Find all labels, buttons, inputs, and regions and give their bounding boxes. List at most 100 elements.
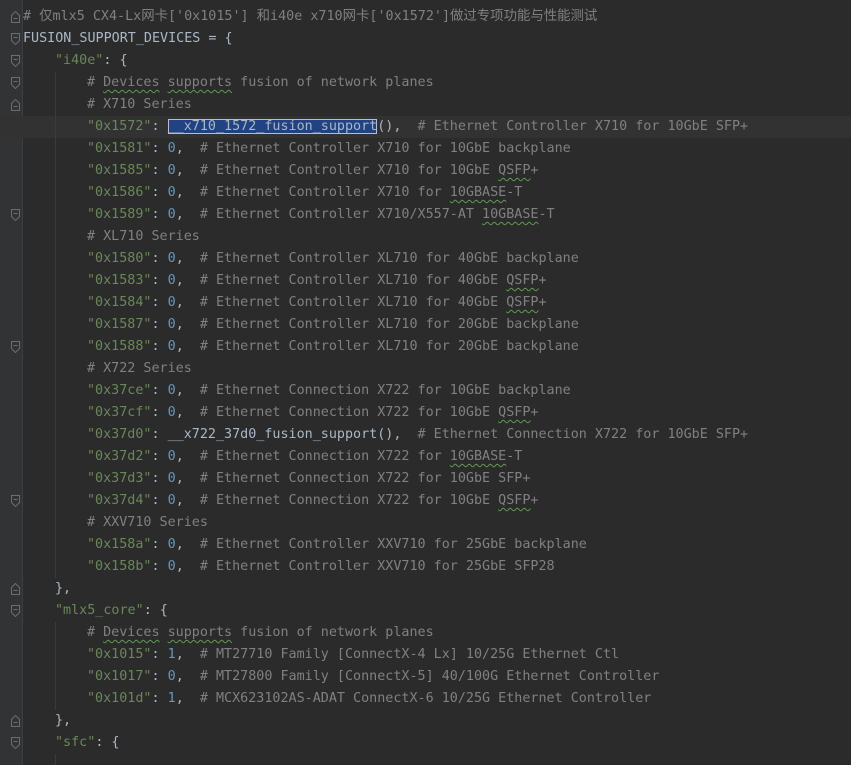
fold-collapse-icon[interactable] [11, 209, 20, 221]
code-line[interactable]: "0x37d3": 0, # Ethernet Connection X722 … [0, 468, 851, 490]
code-token: # Ethernet Controller XXV710 for 25GbE b… [199, 537, 587, 552]
code-token: "0x1585" [87, 163, 152, 178]
code-line[interactable]: "0x1017": 0, # MT27800 Family [ConnectX-… [0, 666, 851, 688]
code-line[interactable]: "0x37d0": __x722_37d0_fusion_support(), … [0, 424, 851, 446]
code-token: QSFP [506, 273, 539, 288]
code-token: : { [95, 735, 120, 750]
code-line[interactable]: "0x37cf": 0, # Ethernet Connection X722 … [0, 402, 851, 424]
fold-collapse-icon[interactable] [11, 495, 20, 507]
code-line[interactable]: "0x1588": 0, # Ethernet Controller XL710… [0, 336, 851, 358]
code-token: # [87, 75, 104, 90]
fold-end-icon[interactable] [11, 99, 20, 111]
code-text: "i40e": { [55, 50, 128, 72]
indent-guide [55, 622, 56, 644]
code-token: , [175, 669, 200, 684]
code-token: "0x1580" [87, 251, 152, 266]
code-text: # Devices supports fusion of network pla… [87, 72, 434, 94]
indent-guide [55, 116, 56, 138]
code-token: "0x37ce" [87, 383, 152, 398]
indent-guide [55, 688, 56, 710]
code-line[interactable]: "0x158b": 0, # Ethernet Controller XXV71… [0, 556, 851, 578]
fold-end-icon[interactable] [11, 715, 20, 727]
code-token: Devices [103, 625, 160, 640]
fold-collapse-icon[interactable] [11, 33, 20, 45]
code-token: 1 [167, 647, 176, 662]
code-line[interactable]: "0x37d4": 0, # Ethernet Connection X722 … [0, 490, 851, 512]
code-token: 0 [167, 449, 176, 464]
code-line[interactable]: "sfc": { [0, 732, 851, 754]
indent-guide [55, 336, 56, 358]
code-line[interactable]: "0x1587": 0, # Ethernet Controller XL710… [0, 314, 851, 336]
code-line[interactable]: "0x158a": 0, # Ethernet Controller XXV71… [0, 534, 851, 556]
code-line[interactable]: "i40e": { [0, 50, 851, 72]
code-line[interactable]: }, [0, 710, 851, 732]
code-token: # Ethernet Controller XL710 for 20GbE ba… [199, 339, 579, 354]
code-line[interactable]: "0x1583": 0, # Ethernet Controller XL710… [0, 270, 851, 292]
code-line[interactable]: "0x1586": 0, # Ethernet Controller X710 … [0, 182, 851, 204]
code-line[interactable]: # Devices supports fusion of network pla… [0, 622, 851, 644]
code-line[interactable]: }, [0, 578, 851, 600]
fold-end-icon[interactable] [11, 583, 20, 595]
code-token: # Ethernet Controller XL710 for 40GbE [199, 295, 507, 310]
code-token: : [151, 405, 168, 420]
code-line[interactable]: FUSION_SUPPORT_DEVICES = { [0, 28, 851, 50]
indent-guide [55, 490, 56, 512]
code-token: fusion of network planes [232, 625, 434, 640]
code-line[interactable]: "0x101d": 1, # MCX623102AS-ADAT ConnectX… [0, 688, 851, 710]
code-token: __x722_37d0_fusion_support [167, 427, 378, 442]
code-line[interactable]: # XL710 Series [0, 226, 851, 248]
code-line[interactable]: "0x37d2": 0, # Ethernet Connection X722 … [0, 446, 851, 468]
code-token: : [151, 471, 168, 486]
code-text: "0x37ce": 0, # Ethernet Connection X722 … [87, 380, 571, 402]
code-token: # X710 Series [87, 97, 192, 112]
code-token: # Ethernet Controller XL710 for 40GbE [199, 273, 507, 288]
fold-collapse-icon[interactable] [11, 55, 20, 67]
indent-guide [55, 358, 56, 380]
code-line[interactable]: "0x1589": 0, # Ethernet Controller X710/… [0, 204, 851, 226]
code-token: "i40e" [55, 53, 104, 68]
code-lines[interactable]: # …………………… # 仅mlx5 CX4-Lx网卡['0x1015'] 和i4… [0, 0, 851, 765]
code-token: , [175, 647, 200, 662]
code-token: -T [538, 207, 555, 222]
code-token: : [151, 559, 168, 574]
code-line[interactable]: # Devices supports fusion of network pla… [0, 72, 851, 94]
code-token: , [175, 273, 200, 288]
code-token: 0 [167, 383, 176, 398]
code-token: : [151, 537, 168, 552]
code-text: "0x158a": 0, # Ethernet Controller XXV71… [87, 534, 587, 556]
code-token: # MT27710 Family [ConnectX-4 Lx] 10/25G … [199, 647, 620, 662]
code-text: "0x1583": 0, # Ethernet Controller XL710… [87, 270, 547, 292]
code-token: 0 [167, 163, 176, 178]
indent-guide [55, 160, 56, 182]
fold-end-icon[interactable] [11, 11, 20, 23]
fold-collapse-icon[interactable] [11, 77, 20, 89]
code-line[interactable]: # 仅mlx5 CX4-Lx网卡['0x1015'] 和i40e x710网卡[… [0, 6, 851, 28]
code-token: "0x1586" [87, 185, 152, 200]
code-line[interactable]: "mlx5_core": { [0, 600, 851, 622]
code-token: supports [167, 75, 233, 90]
code-line[interactable]: "0x1581": 0, # Ethernet Controller X710 … [0, 138, 851, 160]
code-text: "0x1586": 0, # Ethernet Controller X710 … [87, 182, 522, 204]
code-line[interactable]: "0x1580": 0, # Ethernet Controller XL710… [0, 248, 851, 270]
code-text: FUSION_SUPPORT_DEVICES = { [23, 28, 233, 50]
code-token: (), [377, 119, 418, 134]
code-token: , [175, 141, 200, 156]
code-token: # MCX623102AS-ADAT ConnectX-6 10/25G Eth… [199, 691, 652, 706]
code-line[interactable]: # X722 Series [0, 358, 851, 380]
code-line[interactable]: # XXV710 Series [0, 512, 851, 534]
fold-collapse-icon[interactable] [11, 737, 20, 749]
code-editor[interactable]: # …………………… # 仅mlx5 CX4-Lx网卡['0x1015'] 和i4… [0, 0, 851, 765]
fold-collapse-icon[interactable] [11, 341, 20, 353]
code-line[interactable]: # X710 Series [0, 94, 851, 116]
code-line[interactable]: "0x1585": 0, # Ethernet Controller X710 … [0, 160, 851, 182]
code-token: -T [506, 185, 523, 200]
code-line[interactable]: "0x37ce": 0, # Ethernet Connection X722 … [0, 380, 851, 402]
code-line[interactable]: "0x1572": __x710_1572_fusion_support(), … [0, 116, 851, 138]
code-line[interactable]: "0x1584": 0, # Ethernet Controller XL710… [0, 292, 851, 314]
code-line[interactable]: "0x1015": 1, # MT27710 Family [ConnectX-… [0, 644, 851, 666]
code-line[interactable] [0, 754, 851, 765]
fold-collapse-icon[interactable] [11, 605, 20, 617]
code-token: 0 [167, 339, 176, 354]
code-token: "0x1015" [87, 647, 152, 662]
code-token: : [151, 449, 168, 464]
